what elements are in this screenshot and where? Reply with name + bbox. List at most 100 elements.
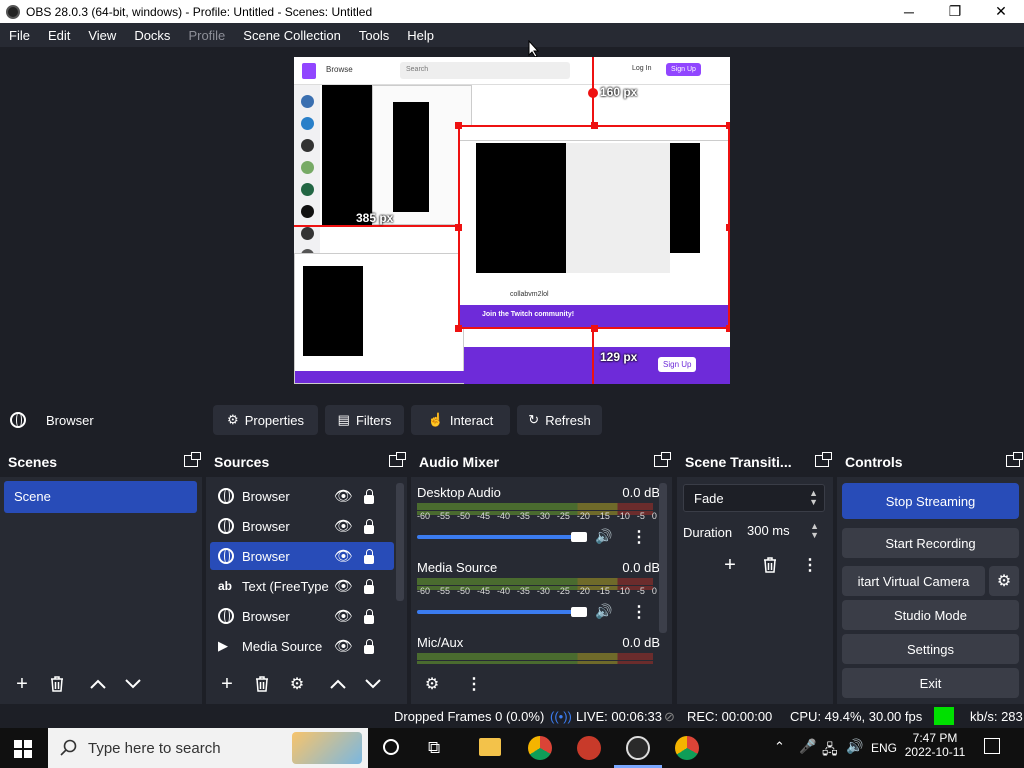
resize-handle[interactable] xyxy=(455,325,462,332)
notifications-icon[interactable] xyxy=(984,738,1000,754)
duration-spinbox[interactable]: 300 ms ▲ ▼ xyxy=(737,517,825,545)
move-scene-up-button[interactable] xyxy=(83,670,113,698)
more-options-icon[interactable]: ⋮ xyxy=(631,602,647,622)
taskbar-search-box[interactable]: Type here to search xyxy=(48,728,368,768)
menu-view[interactable]: View xyxy=(79,28,125,43)
add-transition-button[interactable]: + xyxy=(715,551,745,579)
menu-edit[interactable]: Edit xyxy=(39,28,79,43)
updown-arrows-icon[interactable]: ▲ ▼ xyxy=(810,522,819,540)
source-row[interactable]: Browser 👁 xyxy=(210,602,394,630)
speaker-icon[interactable]: 🔊 xyxy=(595,528,612,545)
speaker-icon[interactable]: 🔊 xyxy=(595,603,612,620)
undock-icon[interactable] xyxy=(184,452,201,467)
lock-icon[interactable] xyxy=(364,639,374,654)
undock-icon[interactable] xyxy=(815,452,832,467)
undock-icon[interactable] xyxy=(654,452,671,467)
remove-transition-button[interactable] xyxy=(755,551,785,579)
task-view-icon[interactable]: ⧉ xyxy=(428,738,440,758)
menu-scene-collection[interactable]: Scene Collection xyxy=(234,28,350,43)
selected-source-bounds[interactable]: collabvm2lol Join the Twitch community! xyxy=(458,125,730,329)
refresh-button[interactable]: ↻ Refresh xyxy=(517,405,602,435)
eye-icon[interactable]: 👁 xyxy=(334,607,353,625)
virtual-camera-settings-button[interactable]: ⚙ xyxy=(989,566,1019,596)
mixer-menu-button[interactable]: ⋮ xyxy=(459,670,489,698)
file-explorer-icon[interactable] xyxy=(479,738,501,756)
close-button[interactable]: ✕ xyxy=(978,0,1024,23)
remove-scene-button[interactable] xyxy=(42,670,72,698)
source-row[interactable]: Browser 👁 xyxy=(210,482,394,510)
start-virtual-camera-button[interactable]: itart Virtual Camera xyxy=(842,566,985,596)
maximize-button[interactable]: ❐ xyxy=(932,0,978,23)
move-source-down-button[interactable] xyxy=(358,670,388,698)
stop-streaming-button[interactable]: Stop Streaming xyxy=(842,483,1019,519)
volume-slider-thumb[interactable] xyxy=(571,607,587,617)
add-source-button[interactable]: + xyxy=(212,670,242,698)
filters-button[interactable]: ▤ Filters xyxy=(325,405,404,435)
chrome-icon[interactable] xyxy=(675,736,699,760)
volume-icon[interactable]: 🔊 xyxy=(846,738,863,755)
eye-icon[interactable]: 👁 xyxy=(334,547,353,565)
language-indicator[interactable]: ENG xyxy=(871,741,897,755)
advanced-audio-button[interactable]: ⚙ xyxy=(417,670,447,698)
minimize-button[interactable]: ─ xyxy=(886,0,932,23)
move-source-up-button[interactable] xyxy=(323,670,353,698)
properties-button[interactable]: ⚙ Properties xyxy=(213,405,318,435)
eye-icon[interactable]: 👁 xyxy=(334,577,353,595)
volume-meter xyxy=(417,578,653,585)
more-options-icon[interactable]: ⋮ xyxy=(631,527,647,547)
app-icon[interactable] xyxy=(577,736,601,760)
settings-button[interactable]: Settings xyxy=(842,634,1019,664)
source-properties-button[interactable]: ⚙ xyxy=(282,670,312,698)
menu-help[interactable]: Help xyxy=(398,28,443,43)
add-scene-button[interactable]: + xyxy=(7,670,37,698)
lock-icon[interactable] xyxy=(364,489,374,504)
undock-icon[interactable] xyxy=(389,452,406,467)
volume-slider[interactable] xyxy=(417,610,585,614)
exit-button[interactable]: Exit xyxy=(842,668,1019,698)
eye-icon[interactable]: 👁 xyxy=(334,487,353,505)
start-recording-button[interactable]: Start Recording xyxy=(842,528,1019,558)
windows-start-icon[interactable] xyxy=(14,740,32,758)
microphone-icon[interactable]: 🎤 xyxy=(799,738,816,755)
chevron-up-icon[interactable]: ⌃ xyxy=(774,739,785,755)
obs-taskbar-icon[interactable] xyxy=(626,736,650,760)
preview-canvas[interactable]: Browse Search Log In Sign Up Sign Up col… xyxy=(294,57,730,384)
lock-icon[interactable] xyxy=(364,519,374,534)
nested-browser-frame-lower xyxy=(294,253,465,384)
resize-handle[interactable] xyxy=(726,325,730,332)
source-row-selected[interactable]: Browser 👁 xyxy=(210,542,394,570)
move-scene-down-button[interactable] xyxy=(118,670,148,698)
menu-profile[interactable]: Profile xyxy=(179,28,234,43)
chrome-icon[interactable] xyxy=(528,736,552,760)
menu-docks[interactable]: Docks xyxy=(125,28,179,43)
eye-icon[interactable]: 👁 xyxy=(334,517,353,535)
scene-list-item[interactable]: Scene xyxy=(4,481,197,513)
interact-button[interactable]: ☝ Interact xyxy=(411,405,510,435)
lock-icon[interactable] xyxy=(364,609,374,624)
mixer-scrollbar[interactable] xyxy=(659,483,667,633)
source-row[interactable]: ▶ Media Source 👁 xyxy=(210,632,394,660)
resize-handle[interactable] xyxy=(726,122,730,129)
menu-tools[interactable]: Tools xyxy=(350,28,398,43)
studio-mode-button[interactable]: Studio Mode xyxy=(842,600,1019,630)
resize-handle[interactable] xyxy=(726,224,730,231)
sources-dock: Sources Browser 👁 Browser 👁 Browser 👁 ab… xyxy=(206,447,407,704)
remove-source-button[interactable] xyxy=(247,670,277,698)
lock-icon[interactable] xyxy=(364,549,374,564)
sources-scrollbar[interactable] xyxy=(396,483,404,601)
taskbar-clock[interactable]: 7:47 PM 2022-10-11 xyxy=(900,731,970,759)
network-icon[interactable]: 🖧 xyxy=(822,739,838,763)
eye-icon[interactable]: 👁 xyxy=(334,637,353,655)
undock-icon[interactable] xyxy=(1006,452,1023,467)
menu-file[interactable]: File xyxy=(0,28,39,43)
transition-properties-button[interactable]: ⋮ xyxy=(795,551,825,579)
rotate-handle[interactable] xyxy=(588,88,598,98)
volume-slider-thumb[interactable] xyxy=(571,532,587,542)
source-row[interactable]: Browser 👁 xyxy=(210,512,394,540)
lock-icon[interactable] xyxy=(364,579,374,594)
cortana-icon[interactable] xyxy=(383,739,399,755)
volume-slider[interactable] xyxy=(417,535,585,539)
resize-handle[interactable] xyxy=(455,122,462,129)
transition-select[interactable]: Fade ▲ ▼ xyxy=(683,484,825,512)
source-row[interactable]: ab Text (FreeType 👁 xyxy=(210,572,394,600)
